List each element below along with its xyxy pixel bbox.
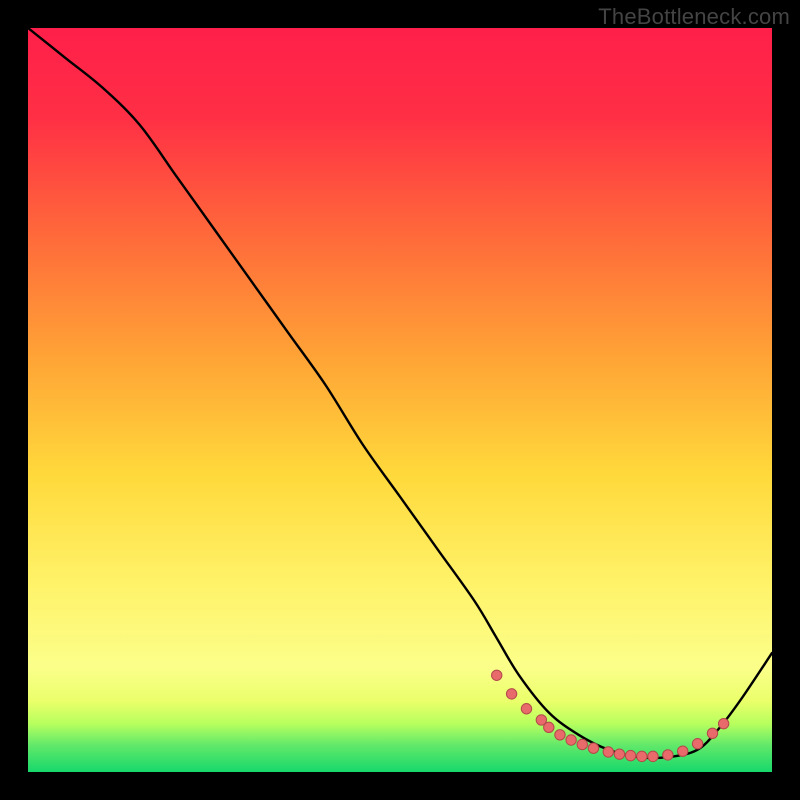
- highlight-dot: [603, 747, 613, 757]
- highlight-dot: [566, 735, 576, 745]
- bottleneck-curve: [28, 28, 772, 758]
- highlight-dot: [707, 728, 717, 738]
- highlight-dot: [492, 670, 502, 680]
- highlight-dots: [492, 670, 729, 762]
- highlight-dot: [663, 750, 673, 760]
- highlight-dot: [625, 750, 635, 760]
- highlight-dot: [588, 743, 598, 753]
- highlight-dot: [521, 704, 531, 714]
- plot-area: [28, 28, 772, 772]
- highlight-dot: [718, 718, 728, 728]
- highlight-dot: [692, 739, 702, 749]
- highlight-dot: [637, 751, 647, 761]
- highlight-dot: [648, 751, 658, 761]
- curve-layer: [28, 28, 772, 772]
- highlight-dot: [678, 746, 688, 756]
- watermark-label: TheBottleneck.com: [598, 4, 790, 30]
- chart-frame: TheBottleneck.com: [0, 0, 800, 800]
- highlight-dot: [614, 749, 624, 759]
- highlight-dot: [577, 739, 587, 749]
- highlight-dot: [555, 730, 565, 740]
- highlight-dot: [544, 722, 554, 732]
- highlight-dot: [506, 689, 516, 699]
